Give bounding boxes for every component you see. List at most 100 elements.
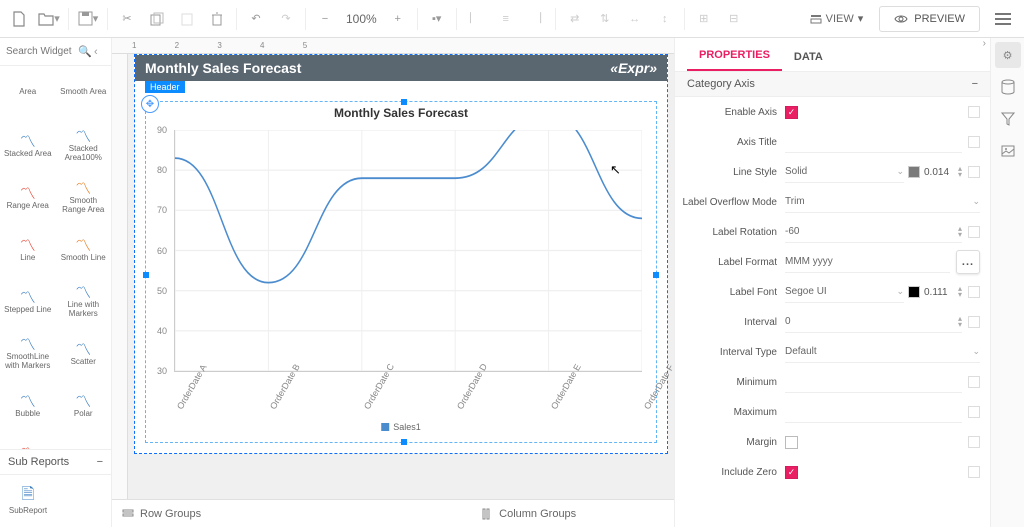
- resize-handle-bottom[interactable]: [401, 439, 407, 445]
- value-font[interactable]: Segoe UI: [785, 286, 827, 297]
- dist-h-icon: ⇄: [560, 4, 590, 34]
- chevron-down-icon[interactable]: ⌄: [972, 196, 980, 207]
- value-overflow[interactable]: Trim: [785, 196, 805, 207]
- new-file-icon[interactable]: [4, 4, 34, 34]
- tab-data[interactable]: DATA: [782, 43, 835, 71]
- font-size[interactable]: 0.111: [924, 287, 958, 298]
- value-line-style[interactable]: Solid: [785, 166, 807, 177]
- line-color-swatch[interactable]: [908, 166, 920, 178]
- gear-icon[interactable]: ⚙: [995, 42, 1021, 68]
- zoom-in-icon[interactable]: +: [383, 4, 413, 34]
- input-minimum[interactable]: [785, 376, 855, 387]
- fx-icon[interactable]: [968, 286, 980, 298]
- fx-icon[interactable]: [968, 436, 980, 448]
- checkbox-margin[interactable]: [785, 436, 798, 449]
- more-icon[interactable]: ...: [956, 250, 980, 274]
- resize-handle-top[interactable]: [401, 99, 407, 105]
- widget-smooth-range-area[interactable]: 〽Smooth Range Area: [56, 170, 112, 222]
- component-header[interactable]: Monthly Sales Forecast «Expr»: [135, 55, 667, 81]
- label-rotation: Label Rotation: [675, 227, 785, 238]
- chevron-down-icon[interactable]: ⌄: [896, 166, 904, 177]
- fx-icon[interactable]: [968, 166, 980, 178]
- stepper-icon[interactable]: ▴▾: [958, 226, 962, 238]
- image-icon[interactable]: [995, 138, 1021, 164]
- resize-handle-right[interactable]: [653, 272, 659, 278]
- widget-subreport[interactable]: 🗎SubReport: [0, 475, 56, 527]
- open-folder-icon[interactable]: ▾: [34, 4, 64, 34]
- fx-icon[interactable]: [968, 316, 980, 328]
- chart-component[interactable]: Monthly Sales Forecast «Expr» Header ✥ M…: [134, 54, 668, 454]
- fx-icon[interactable]: [968, 376, 980, 388]
- cut-icon[interactable]: ✂: [112, 4, 142, 34]
- design-canvas: 1 2 3 4 5 Monthly Sales Forecast «Expr» …: [112, 38, 674, 527]
- delete-icon[interactable]: [202, 4, 232, 34]
- panel-collapse-icon[interactable]: ›: [983, 38, 986, 49]
- widget-scatter[interactable]: 〽Scatter: [56, 326, 112, 378]
- filter-icon[interactable]: [995, 106, 1021, 132]
- widget-radar[interactable]: 〽Radar: [0, 430, 56, 449]
- fx-icon[interactable]: [968, 406, 980, 418]
- widget-line[interactable]: 〽Line: [0, 222, 56, 274]
- chart-icon: 〽: [75, 234, 91, 254]
- search-input[interactable]: [0, 42, 78, 61]
- stepper-icon[interactable]: ▴▾: [958, 286, 962, 298]
- chart-icon: 〽: [75, 390, 91, 410]
- font-color-swatch[interactable]: [908, 286, 920, 298]
- ruler-horizontal: 1 2 3 4 5: [112, 38, 674, 54]
- stepper-icon[interactable]: ▴▾: [958, 166, 962, 178]
- widget-polar[interactable]: 〽Polar: [56, 378, 112, 430]
- widget-smooth-line[interactable]: 〽Smooth Line: [56, 222, 112, 274]
- database-icon[interactable]: [995, 74, 1021, 100]
- subreports-header[interactable]: Sub Reports−: [0, 449, 111, 475]
- label-enable-axis: Enable Axis: [675, 107, 785, 118]
- widget-smoothline-with-markers[interactable]: 〽SmoothLine with Markers: [0, 326, 56, 378]
- chart-icon: 〽: [20, 182, 36, 202]
- value-interval[interactable]: 0: [785, 316, 791, 327]
- collapse-icon[interactable]: ‹: [94, 46, 108, 58]
- move-handle-icon[interactable]: ✥: [141, 95, 159, 113]
- input-maximum[interactable]: [785, 406, 855, 417]
- widget-area-partial[interactable]: Area: [0, 66, 56, 118]
- widget-stacked-area100%[interactable]: 〽Stacked Area100%: [56, 118, 112, 170]
- save-icon[interactable]: ▾: [73, 4, 103, 34]
- widget-smootharea-partial[interactable]: Smooth Area: [56, 66, 112, 118]
- value-interval-type[interactable]: Default: [785, 346, 817, 357]
- search-icon[interactable]: 🔍: [78, 45, 94, 58]
- checkbox-enable-axis[interactable]: ✓: [785, 106, 798, 119]
- checkbox-include-zero[interactable]: ✓: [785, 466, 798, 479]
- row-groups[interactable]: Row Groups: [122, 508, 201, 520]
- align-dropdown-icon[interactable]: ▪▾: [422, 4, 452, 34]
- fx-icon[interactable]: [968, 136, 980, 148]
- stepper-icon[interactable]: ▴▾: [958, 316, 962, 328]
- value-rotation[interactable]: -60: [785, 226, 799, 237]
- menu-icon[interactable]: [986, 13, 1020, 25]
- undo-icon[interactable]: ↶: [241, 4, 271, 34]
- fx-icon[interactable]: [968, 106, 980, 118]
- space-v-icon: ⊟: [719, 4, 749, 34]
- widget-bubble[interactable]: 〽Bubble: [0, 378, 56, 430]
- tab-properties[interactable]: PROPERTIES: [687, 41, 782, 71]
- zoom-out-icon[interactable]: −: [310, 4, 340, 34]
- input-axis-title[interactable]: [785, 136, 855, 147]
- component-expr[interactable]: «Expr»: [610, 60, 657, 76]
- chevron-down-icon[interactable]: ⌄: [896, 286, 904, 297]
- column-groups[interactable]: Column Groups: [481, 508, 576, 520]
- view-dropdown[interactable]: VIEW ▾: [800, 6, 874, 31]
- chart-legend: Sales1: [381, 422, 421, 432]
- preview-button[interactable]: PREVIEW: [879, 6, 980, 32]
- fx-icon[interactable]: [968, 466, 980, 478]
- section-category-axis[interactable]: Category Axis−: [675, 72, 990, 97]
- zoom-level[interactable]: 100%: [346, 12, 377, 26]
- value-format[interactable]: MMM yyyy: [785, 256, 833, 267]
- chevron-down-icon[interactable]: ⌄: [972, 346, 980, 357]
- copy-icon[interactable]: [142, 4, 172, 34]
- widget-stepped-line[interactable]: 〽Stepped Line: [0, 274, 56, 326]
- widget-line-with-markers[interactable]: 〽Line with Markers: [56, 274, 112, 326]
- fx-icon[interactable]: [968, 226, 980, 238]
- widget-stacked-area[interactable]: 〽Stacked Area: [0, 118, 56, 170]
- resize-handle-left[interactable]: [143, 272, 149, 278]
- widget-range-area[interactable]: 〽Range Area: [0, 170, 56, 222]
- line-width[interactable]: 0.014: [924, 167, 958, 178]
- chart-box[interactable]: Monthly Sales Forecast 30405060708090Ord…: [145, 101, 657, 443]
- size-w-icon: ↔: [620, 4, 650, 34]
